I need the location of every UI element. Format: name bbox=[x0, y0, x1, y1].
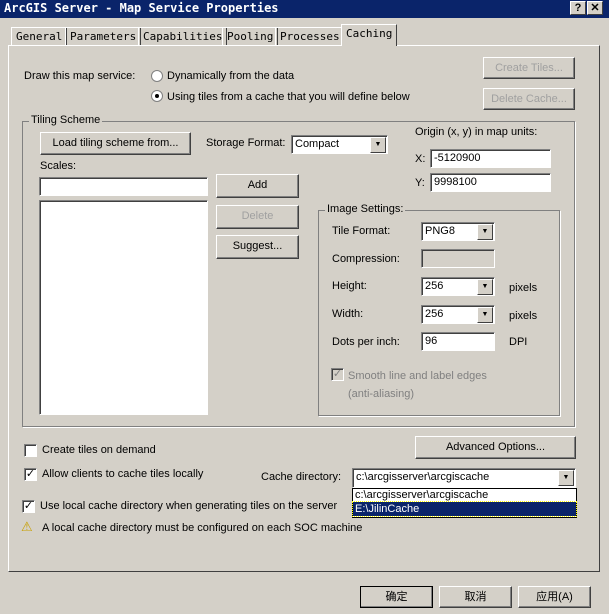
tab-capabilities[interactable]: Capabilities bbox=[138, 27, 228, 45]
apply-button[interactable]: 应用(A) bbox=[518, 586, 591, 608]
cache-directory-label: Cache directory: bbox=[261, 471, 342, 483]
chevron-down-icon: ▼ bbox=[477, 307, 493, 323]
allow-clients-label: Allow clients to cache tiles locally bbox=[42, 468, 204, 480]
chevron-down-icon: ▼ bbox=[370, 137, 386, 153]
storage-format-value: Compact bbox=[295, 138, 340, 150]
width-unit: pixels bbox=[509, 310, 538, 322]
y-label: Y: bbox=[415, 177, 425, 189]
allow-clients-checkbox[interactable]: ✓ bbox=[24, 468, 37, 481]
warning-icon: ⚠ bbox=[21, 519, 33, 534]
height-select[interactable]: 256 ▼ bbox=[421, 277, 495, 296]
height-value: 256 bbox=[425, 280, 444, 292]
width-label: Width: bbox=[332, 308, 364, 320]
tab-general[interactable]: General bbox=[11, 27, 68, 45]
radio-dynamic[interactable] bbox=[151, 70, 163, 82]
width-select[interactable]: 256 ▼ bbox=[421, 305, 495, 324]
height-unit: pixels bbox=[509, 282, 538, 294]
cancel-button[interactable]: 取消 bbox=[439, 586, 512, 608]
dropdown-option-selected[interactable]: E:\JilinCache bbox=[352, 501, 577, 517]
origin-x-input[interactable]: -5120900 bbox=[430, 149, 551, 168]
tile-format-value: PNG8 bbox=[425, 225, 455, 237]
x-label: X: bbox=[415, 153, 426, 165]
use-local-cache-label: Use local cache directory when generatin… bbox=[40, 500, 338, 512]
close-button[interactable]: ✕ bbox=[587, 1, 603, 15]
help-button[interactable]: ? bbox=[570, 1, 586, 15]
delete-cache-button[interactable]: Delete Cache... bbox=[483, 88, 575, 110]
warning-text: A local cache directory must be configur… bbox=[42, 522, 363, 534]
window-title: ArcGIS Server - Map Service Properties bbox=[4, 1, 279, 15]
radio-cache-label: Using tiles from a cache that you will d… bbox=[167, 91, 410, 103]
ok-button[interactable]: 确定 bbox=[360, 586, 433, 608]
load-tiling-scheme-button[interactable]: Load tiling scheme from... bbox=[40, 132, 191, 155]
dpi-unit: DPI bbox=[509, 336, 528, 348]
tab-parameters[interactable]: Parameters bbox=[65, 27, 142, 45]
width-value: 256 bbox=[425, 308, 444, 320]
radio-dynamic-label: Dynamically from the data bbox=[167, 70, 295, 82]
delete-scale-button[interactable]: Delete bbox=[216, 205, 299, 229]
add-scale-button[interactable]: Add bbox=[216, 174, 299, 198]
smooth-checkbox[interactable]: ✓ bbox=[331, 368, 344, 381]
title-bar: ArcGIS Server - Map Service Properties bbox=[0, 0, 609, 18]
compression-input[interactable] bbox=[421, 249, 495, 268]
smooth-label: Smooth line and label edges bbox=[348, 370, 487, 382]
storage-format-select[interactable]: Compact ▼ bbox=[291, 135, 388, 154]
dpi-label: Dots per inch: bbox=[332, 336, 400, 348]
tile-format-select[interactable]: PNG8 ▼ bbox=[421, 222, 495, 241]
tab-caching[interactable]: Caching bbox=[341, 24, 398, 46]
tab-pooling[interactable]: Pooling bbox=[222, 27, 279, 45]
scales-list[interactable] bbox=[39, 200, 208, 415]
smooth-label-2: (anti-aliasing) bbox=[348, 388, 415, 400]
scale-input[interactable] bbox=[39, 177, 208, 196]
dropdown-option[interactable]: c:\arcgisserver\arcgiscache bbox=[353, 489, 576, 502]
cache-directory-select[interactable]: c:\arcgisserver\arcgiscache ▼ bbox=[352, 468, 576, 488]
cache-directory-dropdown: c:\arcgisserver\arcgiscache E:\JilinCach… bbox=[352, 488, 577, 518]
storage-format-label: Storage Format: bbox=[206, 137, 286, 149]
chevron-down-icon: ▼ bbox=[477, 224, 493, 240]
dpi-input[interactable]: 96 bbox=[421, 332, 495, 351]
tiling-scheme-title: Tiling Scheme bbox=[29, 114, 103, 126]
advanced-options-button[interactable]: Advanced Options... bbox=[415, 436, 576, 459]
create-tiles-button[interactable]: Create Tiles... bbox=[483, 57, 575, 79]
origin-y-input[interactable]: 9998100 bbox=[430, 173, 551, 192]
chevron-down-icon: ▼ bbox=[477, 279, 493, 295]
cache-directory-value: c:\arcgisserver\arcgiscache bbox=[356, 471, 490, 483]
draw-label: Draw this map service: bbox=[24, 70, 136, 82]
tile-format-label: Tile Format: bbox=[332, 225, 391, 237]
scales-label: Scales: bbox=[40, 160, 77, 172]
tab-processes[interactable]: Processes bbox=[275, 27, 345, 45]
image-settings-title: Image Settings: bbox=[325, 203, 406, 215]
use-local-cache-checkbox[interactable]: ✓ bbox=[22, 500, 35, 513]
origin-label: Origin (x, y) in map units: bbox=[415, 126, 538, 138]
create-on-demand-checkbox[interactable] bbox=[24, 444, 37, 457]
chevron-down-icon: ▼ bbox=[558, 470, 574, 486]
radio-cache[interactable] bbox=[151, 90, 163, 102]
suggest-button[interactable]: Suggest... bbox=[216, 235, 299, 259]
create-on-demand-label: Create tiles on demand bbox=[42, 444, 156, 456]
compression-label: Compression: bbox=[332, 253, 400, 265]
height-label: Height: bbox=[332, 280, 367, 292]
